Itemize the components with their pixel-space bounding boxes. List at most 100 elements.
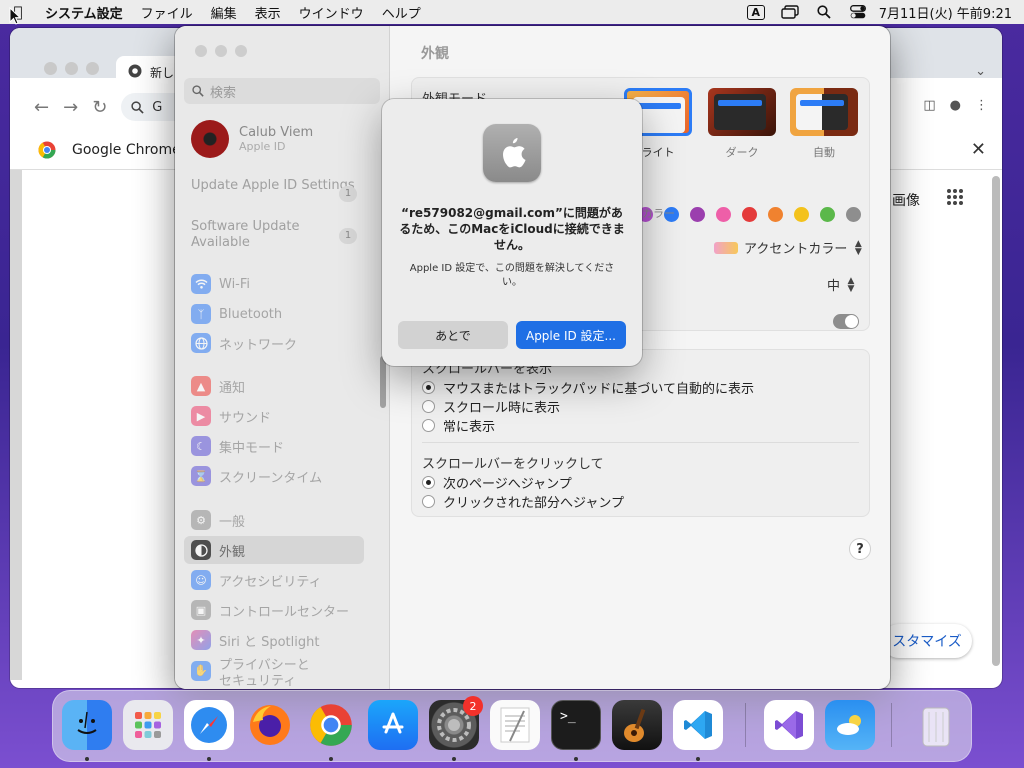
app-store-icon[interactable] xyxy=(368,700,418,750)
safari-icon[interactable] xyxy=(184,700,234,750)
sidebar-item-sound[interactable]: ▶ サウンド xyxy=(184,402,364,430)
menu-help[interactable]: ヘルプ xyxy=(373,3,430,22)
profile-icon[interactable]: ● xyxy=(950,98,961,113)
sidebar-item-focus[interactable]: ☾ 集中モード xyxy=(184,432,364,460)
launchpad-icon[interactable] xyxy=(123,700,173,750)
sidebar-item-label: Siri と Spotlight xyxy=(219,634,320,650)
sidebar-item-privacy-security[interactable]: ✋ プライバシーと セキュリティ xyxy=(184,658,364,689)
sidebar-item-siri-spotlight[interactable]: ✦ Siri と Spotlight xyxy=(184,626,364,654)
accent-color-swatch[interactable] xyxy=(768,207,783,222)
menu-view[interactable]: 表示 xyxy=(246,3,290,22)
radio-jump-next-page[interactable]: 次のページへジャンプ xyxy=(422,473,572,492)
highlight-popup-value: アクセントカラー xyxy=(744,242,848,257)
close-icon[interactable] xyxy=(195,45,207,57)
chrome-scrollbar[interactable] xyxy=(992,176,1000,666)
spotlight-search-icon[interactable] xyxy=(807,5,841,19)
close-icon[interactable] xyxy=(44,62,57,75)
mode-auto-label: 自動 xyxy=(813,146,835,159)
customize-button[interactable]: スタマイズ xyxy=(882,624,972,658)
more-menu-icon[interactable]: ⋮ xyxy=(975,98,988,113)
menu-edit[interactable]: 編集 xyxy=(202,3,246,22)
sidebar-item-bluetooth[interactable]: ᛉ Bluetooth xyxy=(184,300,364,328)
minimize-icon[interactable] xyxy=(215,45,227,57)
infobar-close-icon[interactable]: ✕ xyxy=(971,139,986,160)
textedit-icon[interactable] xyxy=(490,700,540,750)
sidebar-item-label: プライバシーと セキュリティ xyxy=(219,658,310,689)
wifi-icon xyxy=(191,274,211,294)
scrollbar-click-label: スクロールバーをクリックして xyxy=(422,457,604,472)
mode-dark-thumbnail[interactable] xyxy=(708,88,776,136)
input-source-icon[interactable]: A xyxy=(739,4,773,20)
running-indicator xyxy=(207,757,211,761)
minimize-icon[interactable] xyxy=(65,62,78,75)
sidebar-item-screen-time[interactable]: ⌛ スクリーンタイム xyxy=(184,462,364,490)
apple-id-account[interactable]: Calub Viem Apple ID xyxy=(191,120,313,158)
accent-color-swatch[interactable] xyxy=(690,207,705,222)
sidebar-icon-size-popup[interactable]: 中 ▲ ▼ xyxy=(827,275,856,294)
trash-icon[interactable] xyxy=(911,700,961,750)
side-panel-icon[interactable]: ◫ xyxy=(923,98,935,113)
visual-studio-icon[interactable] xyxy=(764,700,814,750)
mode-auto-thumbnail[interactable] xyxy=(790,88,858,136)
back-icon[interactable]: ← xyxy=(34,97,49,118)
sidebar-scrollbar[interactable] xyxy=(380,356,386,408)
screen-mirroring-icon[interactable] xyxy=(773,5,807,19)
infobar-text: Google Chrome xyxy=(72,141,181,158)
sidebar-item-appearance[interactable]: 外観 xyxy=(184,536,364,564)
chrome-icon[interactable] xyxy=(306,700,356,750)
hourglass-icon: ⌛ xyxy=(191,466,211,486)
weather-icon[interactable] xyxy=(825,700,875,750)
images-link[interactable]: 画像 xyxy=(892,190,920,210)
apps-grid-icon[interactable] xyxy=(946,188,964,211)
accent-color-swatch[interactable] xyxy=(820,207,835,222)
accent-color-swatch[interactable] xyxy=(794,207,809,222)
menu-clock[interactable]: 7月11日(火) 午前9:21 xyxy=(875,3,1024,22)
vscode-icon[interactable] xyxy=(673,700,723,750)
garageband-icon[interactable] xyxy=(612,700,662,750)
menu-app-name[interactable]: システム設定 xyxy=(36,3,132,22)
menu-file[interactable]: ファイル xyxy=(132,3,202,22)
sidebar-notice-software-update[interactable]: Software Update Available xyxy=(191,219,361,251)
search-icon xyxy=(192,85,204,97)
chrome-logo-icon xyxy=(38,141,56,158)
help-button[interactable]: ? xyxy=(849,538,871,560)
accent-color-swatch[interactable] xyxy=(846,207,861,222)
firefox-icon[interactable] xyxy=(245,700,295,750)
user-name: Calub Viem xyxy=(239,125,314,140)
sidebar-item-network[interactable]: ネットワーク xyxy=(184,329,364,357)
radio-always-show[interactable]: 常に表示 xyxy=(422,416,495,435)
sidebar-item-accessibility[interactable]: ☺ アクセシビリティ xyxy=(184,566,364,594)
later-button[interactable]: あとで xyxy=(398,321,508,349)
sidebar-item-wifi[interactable]: Wi-Fi xyxy=(184,270,364,298)
radio-label: 次のページへジャンプ xyxy=(443,477,572,492)
radio-auto-show[interactable]: マウスまたはトラックパッドに基づいて自動的に表示 xyxy=(422,378,754,397)
settings-traffic-lights xyxy=(195,45,247,57)
sidebar-search-input[interactable]: 検索 xyxy=(184,78,380,104)
accent-color-swatch[interactable] xyxy=(716,207,731,222)
terminal-icon[interactable]: >_ xyxy=(551,700,601,750)
dock-separator xyxy=(891,703,892,747)
finder-icon[interactable] xyxy=(62,700,112,750)
forward-icon[interactable]: → xyxy=(63,97,78,118)
accent-color-swatch[interactable] xyxy=(742,207,757,222)
menu-window[interactable]: ウインドウ xyxy=(290,3,373,22)
sidebar-item-notifications[interactable]: ▲ 通知 xyxy=(184,372,364,400)
zoom-icon[interactable] xyxy=(235,45,247,57)
control-center-icon[interactable] xyxy=(841,5,875,19)
radio-show-when-scrolling[interactable]: スクロール時に表示 xyxy=(422,397,560,416)
sidebar-item-control-center[interactable]: ▣ コントロールセンター xyxy=(184,596,364,624)
sidebar-item-general[interactable]: ⚙ 一般 xyxy=(184,506,364,534)
tab-search-chevron-icon[interactable]: ⌄ xyxy=(975,64,986,79)
chrome-left-panel xyxy=(10,170,22,680)
sidebar-item-label: 通知 xyxy=(219,380,246,396)
notice-count-badge: 1 xyxy=(339,228,357,244)
apple-id-settings-button[interactable]: Apple ID 設定... xyxy=(516,321,626,349)
notification-badge: 2 xyxy=(463,696,483,716)
wallpaper-tint-toggle[interactable] xyxy=(833,314,859,329)
sidebar-notice-update-apple-id[interactable]: Update Apple ID Settings xyxy=(191,178,361,194)
reload-icon[interactable]: ↻ xyxy=(92,97,107,118)
accessibility-icon: ☺ xyxy=(191,570,211,590)
radio-jump-clicked-spot[interactable]: クリックされた部分へジャンプ xyxy=(422,492,624,511)
zoom-icon[interactable] xyxy=(86,62,99,75)
highlight-color-popup[interactable]: アクセントカラー ▲ ▼ xyxy=(714,238,863,257)
